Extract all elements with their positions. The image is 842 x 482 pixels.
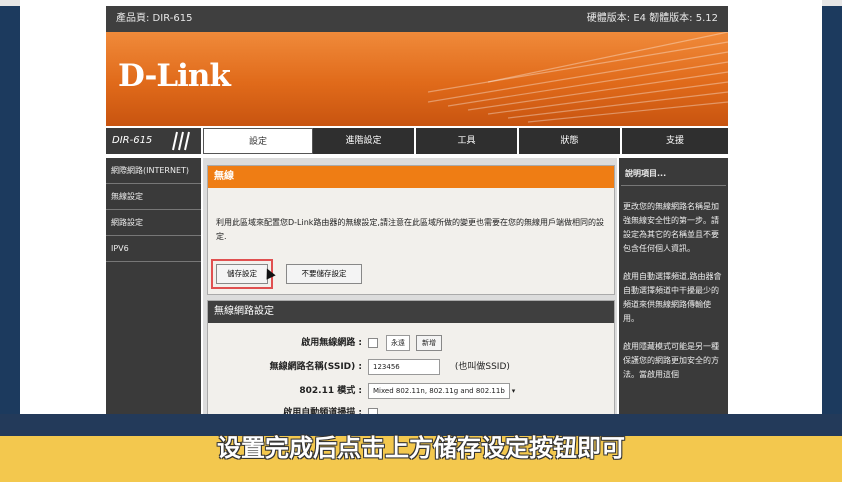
subtitle-bar: 设置完成后点击上方储存设定按钮即可 <box>0 414 842 482</box>
menu-item-internet[interactable]: 網際網路(INTERNET) <box>106 158 201 184</box>
model-label: DIR-615 <box>112 135 153 146</box>
mode-label: 802.11 模式 : <box>299 386 362 396</box>
mode-select[interactable]: Mixed 802.11n, 802.11g and 802.11b <box>368 382 510 399</box>
ssid-input[interactable]: 123456 <box>368 358 440 375</box>
help-paragraph-2: 啟用自動選擇頻道,路由器會自動選擇頻道中干擾最少的頻道來供無線網路傳輸使用。 <box>623 272 722 323</box>
auto-channel-row: 啟用自動頻道掃描 : <box>208 403 614 414</box>
router-admin-screen: 產品頁: DIR-615 硬體版本: E4 韌體版本: 5.12 D-Link <box>20 0 822 414</box>
brand-banner: D-Link <box>106 32 728 126</box>
nav-row: DIR-615 設定 進階設定 工具 狀態 支援 <box>106 126 728 156</box>
enable-wireless-row: 啟用無線網路 : 永遠 新增 <box>208 333 614 353</box>
mode-controls: Mixed 802.11n, 802.11g and 802.11b ▾ <box>368 381 515 401</box>
product-label: 產品頁: DIR-615 <box>116 13 193 24</box>
ssid-row: 無線網路名稱(SSID) : 123456 (也叫做SSID) <box>208 357 614 377</box>
enable-wireless-controls: 永遠 新增 <box>368 333 442 353</box>
tab-tools[interactable]: 工具 <box>416 128 519 154</box>
model-box: DIR-615 <box>106 128 201 154</box>
slash-bars-icon <box>172 131 190 151</box>
tab-advanced[interactable]: 進階設定 <box>313 128 416 154</box>
ssid-controls: 123456 (也叫做SSID) <box>368 357 510 377</box>
schedule-select[interactable]: 永遠 <box>386 334 410 351</box>
auto-channel-controls <box>368 403 386 414</box>
network-settings-section: 無線網路設定 啟用無線網路 : 永遠 新增 無線網路名稱(SSID) : 1234… <box>207 300 615 414</box>
banner-stripes <box>428 32 728 123</box>
ssid-label: 無線網路名稱(SSID) : <box>269 362 362 372</box>
enable-wireless-label: 啟用無線網路 : <box>301 338 362 348</box>
menu-item-network[interactable]: 網路設定 <box>106 210 201 236</box>
version-label: 硬體版本: E4 韌體版本: 5.12 <box>586 13 718 24</box>
wireless-description: 利用此區域來配置您D-Link路由器的無線設定,請注意在此區域所做的變更也需要在… <box>216 218 604 241</box>
subtitle-text: 设置完成后点击上方储存设定按钮即可 <box>217 434 625 462</box>
help-title: 說明項目... <box>621 158 726 186</box>
main-content: 無線 利用此區域來配置您D-Link路由器的無線設定,請注意在此區域所做的變更也… <box>203 158 617 414</box>
tab-status[interactable]: 狀態 <box>519 128 622 154</box>
tab-support[interactable]: 支援 <box>622 128 728 154</box>
save-settings-button[interactable]: 儲存設定 <box>211 259 273 289</box>
help-panel: 說明項目... 更改您的無線網路名稱是加強無線安全性的第一步。請設定為其它的名稱… <box>619 158 728 414</box>
dropdown-arrow-icon: ▾ <box>511 387 516 395</box>
info-bar: 產品頁: DIR-615 硬體版本: E4 韌體版本: 5.12 <box>106 6 728 32</box>
dlink-logo: D-Link <box>118 58 231 94</box>
menu-item-ipv6[interactable]: IPV6 <box>106 236 201 262</box>
add-schedule-button[interactable]: 新增 <box>416 334 442 351</box>
ssid-hint: (也叫做SSID) <box>454 362 510 372</box>
help-paragraph-3: 啟用隱藏模式可能是另一種保護您的網路更加安全的方法。當啟用這個 <box>623 342 719 379</box>
enable-wireless-checkbox[interactable] <box>368 337 378 348</box>
menu-item-wireless[interactable]: 無線設定 <box>106 184 201 210</box>
mode-row: 802.11 模式 : Mixed 802.11n, 802.11g and 8… <box>208 381 614 401</box>
wireless-header: 無線 <box>208 166 614 188</box>
router-page: 產品頁: DIR-615 硬體版本: E4 韌體版本: 5.12 D-Link <box>106 6 728 414</box>
auto-channel-label: 啟用自動頻道掃描 : <box>283 408 362 414</box>
help-paragraph-1: 更改您的無線網路名稱是加強無線安全性的第一步。請設定為其它的名稱並且不要包含任何… <box>623 202 719 253</box>
left-menu: 網際網路(INTERNET) 無線設定 網路設定 IPV6 <box>106 158 201 414</box>
dont-save-button[interactable]: 不要儲存設定 <box>286 264 362 284</box>
network-header: 無線網路設定 <box>208 301 614 323</box>
tab-setup[interactable]: 設定 <box>203 128 313 154</box>
